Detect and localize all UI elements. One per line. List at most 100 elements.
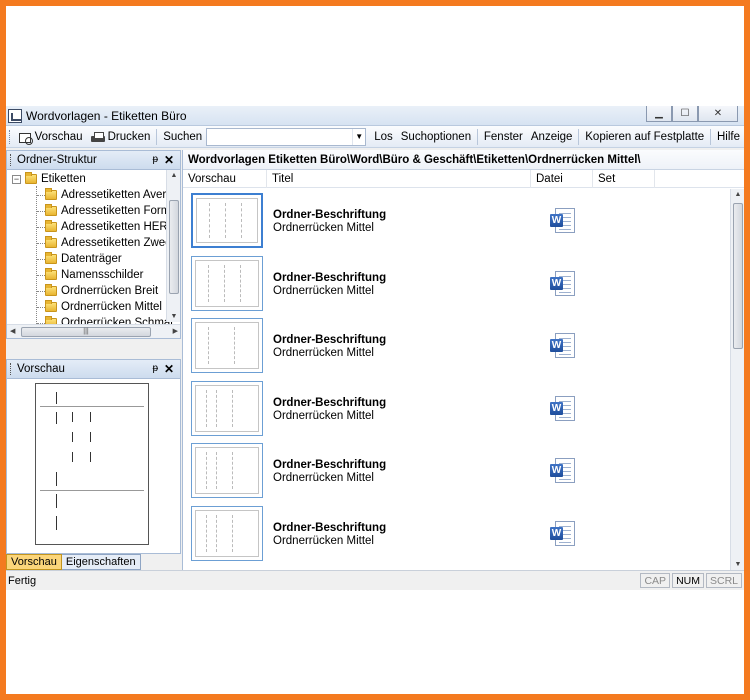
tab-preview[interactable]: Vorschau <box>6 554 62 570</box>
folder-icon <box>45 204 57 216</box>
close-button[interactable]: ✕ <box>698 106 738 122</box>
app-icon <box>8 108 22 123</box>
tree-item[interactable]: Adressetiketten HERM <box>45 219 177 235</box>
row-title: Ordner-Beschriftung <box>273 521 387 534</box>
column-header-set[interactable]: Set <box>593 170 655 188</box>
column-header-preview[interactable]: Vorschau <box>183 170 267 188</box>
word-doc-icon[interactable]: W <box>550 520 576 547</box>
tree-item-label: Adressetiketten Avery <box>61 189 173 201</box>
row-subtitle: Ordnerrücken Mittel <box>273 284 374 297</box>
list-item[interactable]: Ordner-Beschriftung Ordnerrücken Mittel W <box>183 189 731 252</box>
word-doc-icon[interactable]: W <box>550 458 576 484</box>
minimize-button[interactable]: ▁ <box>646 106 672 122</box>
view-menu[interactable]: Anzeige <box>527 127 577 147</box>
scroll-thumb[interactable] <box>733 203 743 349</box>
print-button-label: Drucken <box>107 130 151 143</box>
close-icon[interactable]: ✕ <box>164 153 174 167</box>
folder-icon <box>45 220 57 232</box>
list-item[interactable]: Ordner-Beschriftung Ordnerrücken Mittel W <box>183 377 731 440</box>
row-subtitle: Ordnerrücken Mittel <box>273 534 374 547</box>
tree-item[interactable]: Namensschilder <box>45 267 143 283</box>
scroll-right-icon[interactable]: ▶ <box>173 327 178 335</box>
tree-item[interactable]: Adressetiketten Avery <box>45 187 172 203</box>
tree-horizontal-scrollbar[interactable]: ◀ ||| ▶ <box>7 324 180 338</box>
tree-item-label: Datenträger <box>61 253 122 265</box>
tree-item-root[interactable]: − Etiketten <box>12 171 86 187</box>
printer-icon <box>90 131 106 143</box>
toolbar: Vorschau Drucken Suchen ▼ Los Suchoption… <box>6 126 744 148</box>
tree-item[interactable]: Ordnerrücken Mittel <box>45 299 162 315</box>
template-thumbnail[interactable] <box>191 318 263 373</box>
maximize-button[interactable]: ☐ <box>672 106 698 122</box>
tree-item[interactable]: Adressetiketten Zweck <box>45 235 177 251</box>
list-item[interactable]: Ordner-Beschriftung Ordnerrücken Mittel W <box>183 439 731 502</box>
search-combobox[interactable]: ▼ <box>206 127 367 146</box>
row-subtitle: Ordnerrücken Mittel <box>273 409 374 422</box>
list-vertical-scrollbar[interactable]: ▲ ▼ <box>730 189 744 570</box>
preview-panel: Vorschau ᵽ ✕ Vorschau Eigenschaften <box>6 359 181 570</box>
tab-properties[interactable]: Eigenschaften <box>61 554 141 570</box>
template-thumbnail[interactable] <box>191 255 263 311</box>
breadcrumb: Wordvorlagen Etiketten Büro\Word\Büro & … <box>183 150 744 170</box>
folder-icon <box>25 172 37 184</box>
template-thumbnail[interactable] <box>191 505 263 561</box>
panel-grip[interactable] <box>10 363 13 375</box>
template-thumbnail[interactable] <box>191 193 263 248</box>
search-input[interactable] <box>207 128 353 145</box>
scroll-up-icon[interactable]: ▲ <box>167 172 180 179</box>
scroll-down-icon[interactable]: ▼ <box>731 561 744 568</box>
preview-panel-header: Vorschau ᵽ ✕ <box>6 359 181 379</box>
window-menu[interactable]: Fenster <box>480 127 527 147</box>
toolbar-grip[interactable] <box>9 129 12 144</box>
column-header-title[interactable]: Titel <box>267 170 531 188</box>
window-title: Wordvorlagen - Etiketten Büro <box>26 108 187 123</box>
scroll-thumb[interactable]: ||| <box>21 327 151 337</box>
tree-item[interactable]: Adressetiketten Formt <box>45 203 173 219</box>
list-item[interactable]: Ordner-Beschriftung Ordnerrücken Mittel W <box>183 252 731 315</box>
scroll-down-icon[interactable]: ▼ <box>167 313 180 320</box>
background-area <box>6 590 744 694</box>
print-button[interactable]: Drucken <box>87 127 155 147</box>
word-doc-icon[interactable]: W <box>550 333 576 359</box>
toolbar-separator <box>156 128 158 145</box>
window-controls: ▁ ☐ ✕ <box>646 106 738 122</box>
folder-panel-title: Ordner-Struktur <box>17 154 97 166</box>
preview-icon <box>18 131 33 145</box>
template-thumbnail[interactable] <box>191 443 263 498</box>
collapse-icon[interactable]: − <box>12 174 21 184</box>
list-item[interactable]: Ordner-Beschriftung Ordnerrücken Mittel W <box>183 314 731 377</box>
tree-vertical-scrollbar[interactable]: ▲ ▼ <box>166 170 180 322</box>
cap-indicator: CAP <box>640 573 671 588</box>
help-menu[interactable]: Hilfe <box>713 127 744 147</box>
pin-icon[interactable]: ᵽ <box>152 363 158 374</box>
folder-icon <box>45 188 57 200</box>
close-icon[interactable]: ✕ <box>164 362 174 376</box>
scroll-up-icon[interactable]: ▲ <box>731 191 744 198</box>
chevron-down-icon[interactable]: ▼ <box>352 128 365 145</box>
panel-grip[interactable] <box>10 154 13 166</box>
tree-item-label: Adressetiketten Zweck <box>61 237 177 249</box>
scroll-left-icon[interactable]: ◀ <box>10 327 15 335</box>
word-doc-icon[interactable]: W <box>550 208 576 234</box>
word-doc-icon[interactable]: W <box>550 395 576 422</box>
list-item[interactable]: Ordner-Beschriftung Ordnerrücken Mittel W <box>183 502 731 565</box>
tree-item[interactable]: Ordnerrücken Breit <box>45 283 158 299</box>
template-thumbnail[interactable] <box>191 380 263 436</box>
row-subtitle: Ordnerrücken Mittel <box>273 472 374 484</box>
pin-icon[interactable]: ᵽ <box>152 154 158 165</box>
toolbar-separator <box>578 128 580 145</box>
row-subtitle: Ordnerrücken Mittel <box>273 347 374 359</box>
search-options-button[interactable]: Suchoptionen <box>397 127 475 147</box>
word-doc-icon[interactable]: W <box>550 270 576 297</box>
tree-item[interactable]: Datenträger <box>45 251 122 267</box>
go-button[interactable]: Los <box>370 127 397 147</box>
preview-button[interactable]: Vorschau <box>15 127 87 147</box>
folder-icon <box>45 300 57 312</box>
tree-item-label: Adressetiketten Formt <box>61 205 174 217</box>
column-header-file[interactable]: Datei <box>531 170 593 188</box>
row-title: Ordner-Beschriftung <box>273 396 387 409</box>
row-subtitle: Ordnerrücken Mittel <box>273 222 374 234</box>
scroll-thumb[interactable] <box>169 200 179 294</box>
tree-item-label: Ordnerrücken Breit <box>61 285 159 297</box>
copy-to-disk-button[interactable]: Kopieren auf Festplatte <box>581 127 708 147</box>
